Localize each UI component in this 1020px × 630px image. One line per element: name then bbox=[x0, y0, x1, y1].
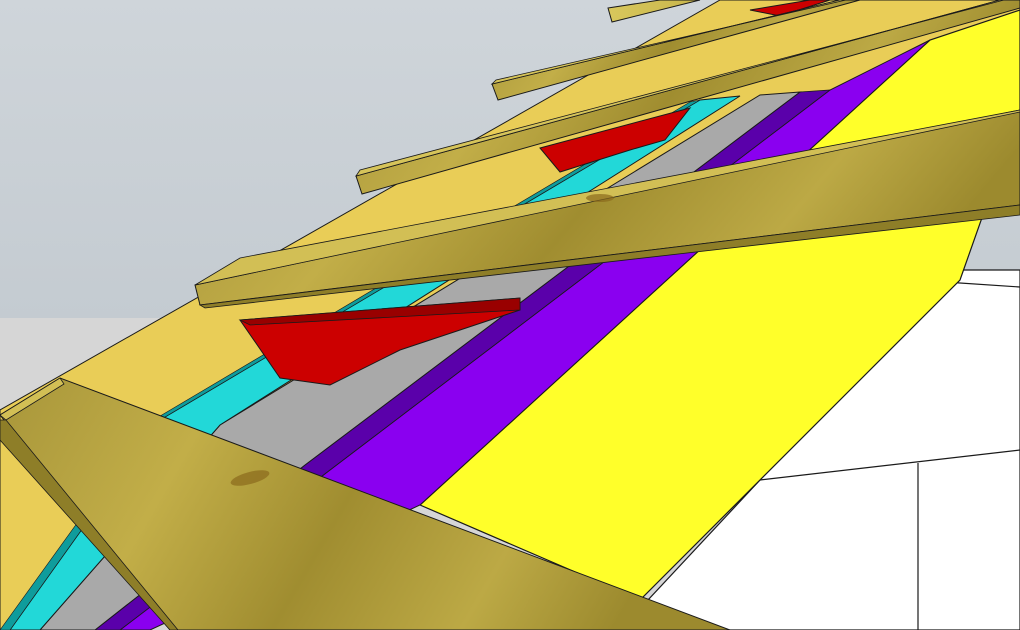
model-viewport[interactable] bbox=[0, 0, 1020, 630]
roof-scene bbox=[0, 0, 1020, 630]
